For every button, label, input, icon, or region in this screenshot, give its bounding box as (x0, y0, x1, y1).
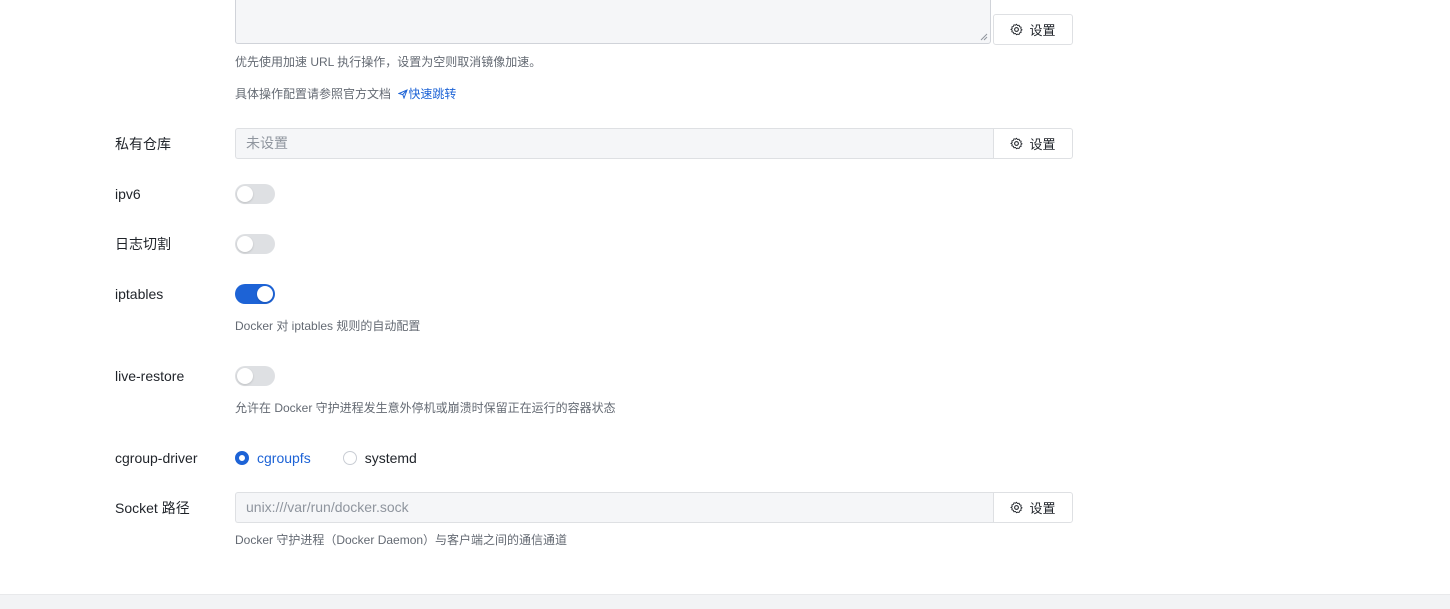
socket-input[interactable]: unix:///var/run/docker.sock (235, 492, 993, 523)
switch-knob (237, 236, 253, 252)
ipv6-switch[interactable] (235, 184, 275, 204)
mirror-url-textarea[interactable] (235, 0, 991, 44)
radio-dot (342, 451, 357, 465)
mirror-hint: 优先使用加速 URL 执行操作，设置为空则取消镜像加速。 (235, 55, 542, 69)
live-restore-hint: 允许在 Docker 守护进程发生意外停机或崩溃时保留正在运行的容器状态 (235, 401, 616, 415)
gear-icon (1010, 137, 1024, 150)
doc-hint: 具体操作配置请参照官方文档 快速跳转 (235, 86, 456, 102)
setting-label: 设置 (1029, 137, 1056, 152)
socket-setting-button[interactable]: 设置 (993, 492, 1073, 523)
registry-input[interactable]: 未设置 (235, 128, 993, 159)
iptables-hint: Docker 对 iptables 规则的自动配置 (235, 319, 421, 333)
socket-hint: Docker 守护进程（Docker Daemon）与客户端之间的通信通道 (235, 533, 568, 547)
quick-jump-text: 快速跳转 (408, 87, 457, 101)
ipv6-label: ipv6 (115, 186, 141, 202)
log-rotate-label: 日志切割 (115, 236, 171, 252)
log-rotate-switch[interactable] (235, 234, 275, 254)
iptables-switch[interactable] (235, 284, 275, 304)
iptables-label: iptables (115, 286, 164, 302)
cgroup-radio-group: cgroupfs systemd (235, 448, 449, 468)
registry-setting-button[interactable]: 设置 (993, 128, 1073, 159)
switch-knob (237, 186, 253, 202)
switch-knob (237, 368, 253, 384)
radio-systemd[interactable]: systemd (342, 450, 417, 466)
live-restore-switch[interactable] (235, 366, 275, 386)
page-footer-band (0, 594, 1450, 609)
resize-grip-icon[interactable] (980, 33, 988, 41)
setting-label: 设置 (1029, 501, 1056, 516)
cgroup-label: cgroup-driver (115, 450, 198, 466)
switch-knob (257, 286, 273, 302)
registry-label: 私有仓库 (115, 136, 171, 152)
mirror-setting-button[interactable]: 设置 (993, 14, 1073, 45)
send-icon (397, 89, 409, 100)
quick-jump-link[interactable]: 快速跳转 (397, 87, 457, 101)
socket-label: Socket 路径 (115, 500, 190, 516)
radio-cgroupfs[interactable]: cgroupfs (235, 450, 311, 466)
gear-icon (1010, 501, 1024, 514)
radio-dot (235, 451, 249, 465)
setting-label: 设置 (1029, 23, 1056, 38)
registry-input-group: 未设置 设置 (235, 128, 1073, 159)
socket-input-group: unix:///var/run/docker.sock 设置 (235, 492, 1073, 523)
doc-text: 具体操作配置请参照官方文档 (235, 87, 392, 101)
live-restore-label: live-restore (115, 368, 185, 384)
gear-icon (1010, 23, 1024, 36)
radio-label: cgroupfs (257, 450, 311, 466)
radio-label: systemd (364, 450, 417, 466)
